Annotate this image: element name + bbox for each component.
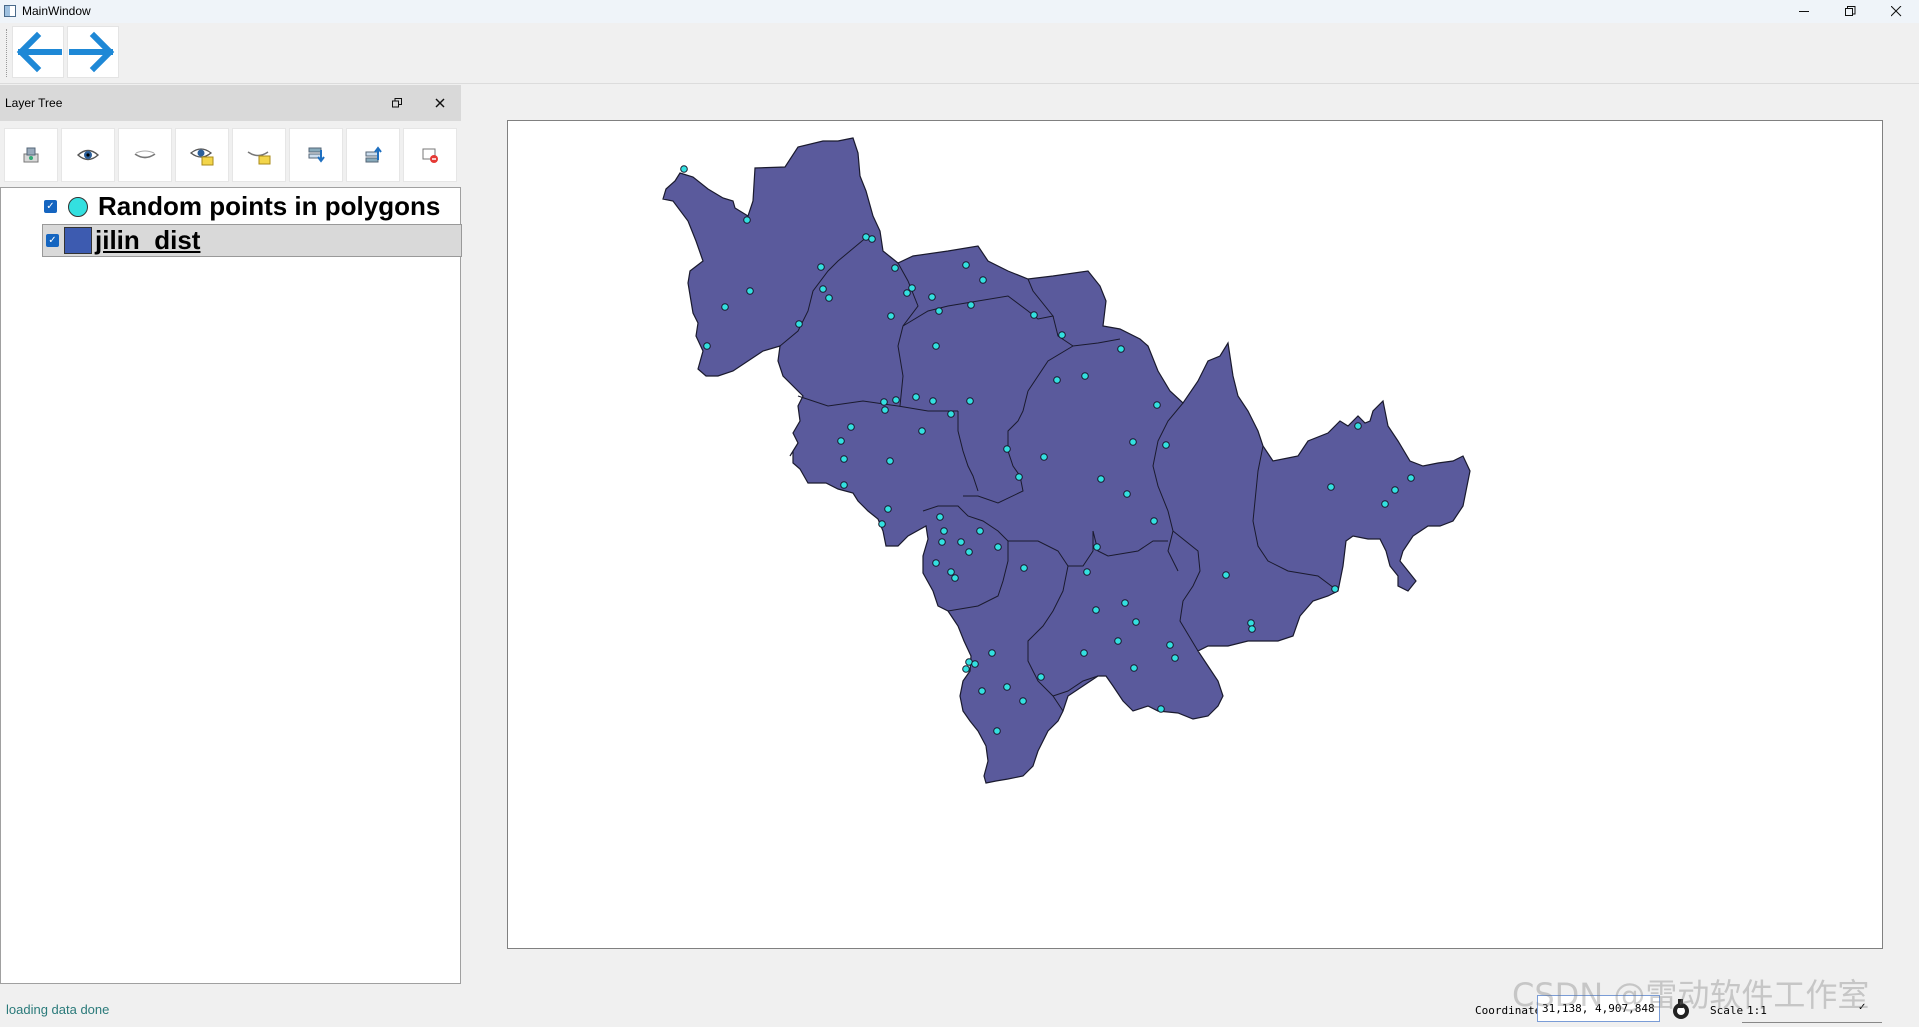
show-all-icon <box>189 148 214 166</box>
status-message: loading data done <box>6 1002 110 1017</box>
main-toolbar <box>0 23 1919 84</box>
layer-name: jilin_dist <box>95 225 201 255</box>
float-panel-button[interactable] <box>387 93 407 113</box>
close-icon <box>435 98 445 108</box>
hide-all-layers-button[interactable] <box>232 128 286 182</box>
arrow-left-icon <box>16 31 62 73</box>
layer-properties-icon <box>23 147 39 163</box>
restore-button[interactable] <box>1827 0 1873 23</box>
hide-layer-button[interactable] <box>118 128 172 182</box>
restore-icon <box>1844 6 1855 16</box>
remove-layer-button[interactable] <box>403 128 457 182</box>
show-layer-button[interactable] <box>61 128 115 182</box>
layer-properties-button[interactable] <box>4 128 58 182</box>
move-layer-up-button[interactable] <box>346 128 400 182</box>
hide-all-icon <box>247 151 271 165</box>
layer-panel-header: Layer Tree <box>0 85 461 121</box>
point-symbol-icon <box>68 196 88 217</box>
layer-toolbar <box>0 127 461 185</box>
show-all-layers-button[interactable] <box>175 128 229 182</box>
title-bar: MainWindow <box>0 0 1919 23</box>
move-layer-down-button[interactable] <box>289 128 343 182</box>
hide-layer-icon <box>134 150 156 159</box>
forward-button[interactable] <box>67 26 119 78</box>
minimize-button[interactable] <box>1781 0 1827 23</box>
show-layer-icon <box>76 149 100 161</box>
back-button[interactable] <box>12 26 64 78</box>
close-panel-button[interactable] <box>430 93 450 113</box>
map-canvas[interactable] <box>507 120 1883 949</box>
toolbar-grip[interactable] <box>6 29 10 77</box>
layer-tree[interactable]: ✓ Random points in polygons ✓ jilin_dist <box>0 187 462 984</box>
app-icon <box>4 5 16 17</box>
layer-visibility-checkbox[interactable]: ✓ <box>44 200 57 213</box>
watermark: CSDN @雷动软件工作室 <box>1512 976 1870 1014</box>
layer-panel-title: Layer Tree <box>5 96 63 110</box>
polygon-symbol-icon <box>64 227 92 254</box>
arrow-right-icon <box>69 31 115 73</box>
float-icon <box>392 98 402 108</box>
window-title: MainWindow <box>22 4 91 18</box>
minimize-icon <box>1798 11 1809 12</box>
layer-item-selected[interactable]: ✓ jilin_dist <box>42 224 462 257</box>
layer-item[interactable]: ✓ Random points in polygons <box>41 190 440 223</box>
map-svg[interactable] <box>508 121 1882 948</box>
province-polygon <box>662 137 1471 784</box>
close-icon <box>1890 6 1901 17</box>
remove-layer-icon <box>422 148 438 163</box>
close-window-button[interactable] <box>1873 0 1919 23</box>
move-up-icon <box>365 146 382 163</box>
layer-visibility-checkbox[interactable]: ✓ <box>46 234 59 247</box>
layer-name: Random points in polygons <box>98 191 441 221</box>
move-down-icon <box>308 147 325 163</box>
